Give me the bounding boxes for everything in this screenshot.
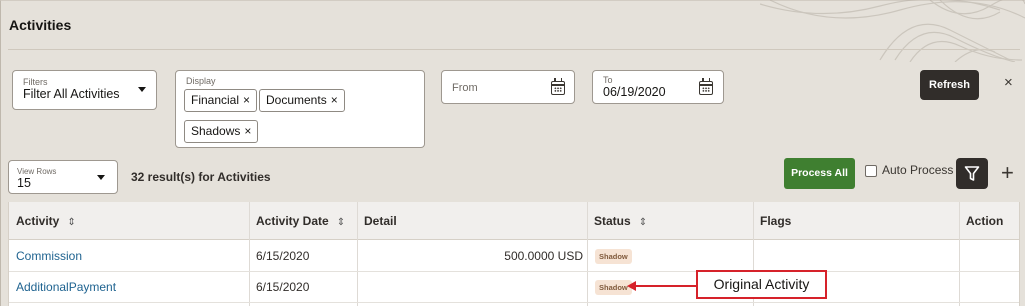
column-header-detail: Detail xyxy=(364,214,397,228)
process-all-button[interactable]: Process All xyxy=(784,158,855,189)
activity-link[interactable]: AdditionalPayment xyxy=(9,272,116,302)
table-row: Commission 6/15/2020 500.0000 USD Shadow xyxy=(9,241,1019,272)
view-rows-value: 15 xyxy=(17,176,31,190)
close-icon[interactable]: × xyxy=(1004,74,1013,91)
annotation-arrow xyxy=(634,285,696,287)
display-multiselect[interactable]: Display Financial × Documents × Shadows × xyxy=(175,70,425,148)
view-rows-label: View Rows xyxy=(17,167,57,176)
column-header-activity[interactable]: Activity ⇕ xyxy=(9,202,249,240)
activity-link[interactable]: Commission xyxy=(9,241,82,271)
chevron-down-icon xyxy=(138,87,146,92)
to-date-field[interactable]: To 06/19/2020 xyxy=(592,70,724,104)
display-chip-documents[interactable]: Documents × xyxy=(259,89,345,112)
display-chip-financial[interactable]: Financial × xyxy=(184,89,258,112)
detail-cell xyxy=(357,272,364,302)
activities-table: Activity ⇕ Activity Date ⇕ Detail Status ⇕ … xyxy=(8,202,1020,306)
close-icon[interactable]: × xyxy=(244,124,251,138)
column-header-status[interactable]: Status ⇕ xyxy=(587,202,753,240)
annotation-callout: Original Activity xyxy=(696,270,827,299)
filters-value: Filter All Activities xyxy=(23,87,120,101)
filters-label: Filters xyxy=(23,77,48,87)
auto-process-label: Auto Process xyxy=(882,163,954,177)
from-placeholder: From xyxy=(452,82,478,94)
column-header-label: Activity xyxy=(16,214,60,228)
column-header-action: Action xyxy=(966,214,1004,228)
to-label: To xyxy=(603,75,613,85)
title-bar: Activities xyxy=(0,0,1025,50)
page-title: Activities xyxy=(9,17,72,33)
close-icon[interactable]: × xyxy=(243,93,250,107)
chevron-down-icon xyxy=(97,175,105,180)
status-badge: Shadow xyxy=(595,249,632,264)
activity-date-cell: 6/15/2020 xyxy=(256,280,310,294)
auto-process-checkbox[interactable] xyxy=(865,165,877,177)
plus-icon[interactable]: + xyxy=(1001,158,1014,188)
column-header-label: Status xyxy=(594,214,631,228)
display-chip-shadows[interactable]: Shadows × xyxy=(184,120,259,143)
annotation-arrowhead xyxy=(627,281,636,291)
close-icon[interactable]: × xyxy=(331,93,338,107)
chip-label: Documents xyxy=(266,93,327,107)
calendar-icon[interactable] xyxy=(551,78,565,95)
table-header: Activity ⇕ Activity Date ⇕ Detail Status ⇕ … xyxy=(9,202,1019,240)
chip-label: Financial xyxy=(191,93,240,107)
filter-funnel-icon xyxy=(964,166,980,181)
title-divider xyxy=(8,49,1020,50)
column-header-flags: Flags xyxy=(760,214,792,228)
sort-icon[interactable]: ⇕ xyxy=(67,217,75,228)
column-header-label: Activity Date xyxy=(256,214,329,228)
refresh-button[interactable]: Refresh xyxy=(920,70,979,100)
results-count: 32 result(s) for Activities xyxy=(131,170,271,184)
detail-cell: 500.0000 USD xyxy=(504,249,583,263)
activity-date-cell: 6/15/2020 xyxy=(256,249,310,263)
calendar-icon[interactable] xyxy=(699,78,713,95)
display-label: Display xyxy=(186,76,216,86)
column-header-activity-date[interactable]: Activity Date ⇕ xyxy=(249,202,357,240)
table-row: AdditionalPayment 6/15/2020 Shadow xyxy=(9,272,1019,303)
sort-icon[interactable]: ⇕ xyxy=(639,217,647,228)
to-value: 06/19/2020 xyxy=(603,85,666,99)
from-date-field[interactable]: From xyxy=(441,70,575,104)
filter-button[interactable] xyxy=(956,158,988,189)
view-rows-select[interactable]: View Rows 15 xyxy=(8,160,118,194)
chip-label: Shadows xyxy=(191,124,241,138)
sort-icon[interactable]: ⇕ xyxy=(337,217,345,228)
filters-select[interactable]: Filters Filter All Activities xyxy=(12,70,157,110)
